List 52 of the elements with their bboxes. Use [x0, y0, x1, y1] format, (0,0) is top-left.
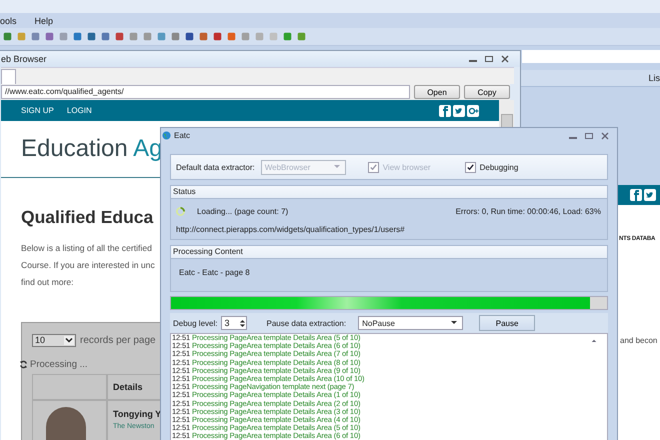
window-title: eb Browser [1, 54, 47, 64]
paragraph-line: Course. If you are interested in unc [21, 259, 155, 272]
toolbar-button[interactable]: Copy [464, 85, 510, 99]
browser-tab[interactable] [1, 69, 16, 84]
scrollbar[interactable] [499, 100, 514, 128]
checkbox-label: View browser [382, 162, 431, 172]
field-label: Debug level: [173, 318, 218, 328]
field-label: Default data extractor: [176, 162, 255, 172]
twitter-icon[interactable] [453, 104, 465, 116]
processing-content: Eatc - Eatc - page 8 [179, 268, 250, 277]
caret-icon [64, 336, 74, 345]
scroll-up-icon[interactable] [591, 338, 597, 343]
checkbox-label: Debugging [480, 162, 518, 172]
pause-button[interactable]: Pause [479, 315, 536, 331]
facebook-icon[interactable] [630, 189, 642, 201]
maximize-icon[interactable] [582, 130, 596, 140]
page-heading: Qualified Educa [21, 207, 154, 228]
current-url: http://connect.pierapps.com/widgets/qualification_types/1/users# [176, 225, 406, 234]
caret-icon [450, 320, 458, 326]
debug-level-spinner[interactable]: 3 [221, 316, 248, 330]
address-field[interactable] [522, 50, 660, 63]
page-size-select[interactable]: 10 [32, 334, 76, 347]
maximize-icon[interactable] [482, 54, 496, 64]
text-fragment: and becon [620, 336, 658, 345]
window-title: Eatc [174, 131, 190, 140]
twitter-icon[interactable] [644, 189, 656, 201]
run-stats: Errors: 0, Run time: 00:00:46, Load: 63% [456, 207, 601, 216]
field-label: Pause data extraction: [266, 318, 346, 328]
processing-text: Processing ... [30, 359, 88, 370]
refresh-icon [19, 360, 28, 369]
section-header: Status [171, 186, 607, 199]
caret-icon [332, 164, 341, 170]
panel-tab-label[interactable]: Lis [648, 73, 660, 83]
loading-status: Loading... (page count: 7) [197, 207, 288, 216]
google-plus-icon[interactable] [467, 104, 479, 116]
toolbar-button[interactable]: Open [414, 85, 460, 99]
paragraph-line: find out more: [21, 276, 74, 289]
loading-icon [176, 207, 185, 216]
menu-item[interactable]: Help [32, 16, 56, 26]
nav-link[interactable]: SIGN UP [21, 106, 54, 115]
checkbox[interactable] [464, 162, 476, 172]
spinner-arrows-icon [239, 318, 246, 328]
url-field[interactable]: //www.eatc.com/qualified_agents/ [1, 85, 410, 99]
facebook-icon[interactable] [439, 104, 451, 116]
paragraph-line: Below is a listing of all the certified [21, 242, 152, 255]
menu-item[interactable]: ools [0, 16, 19, 26]
agent-name: Tongying Y [113, 409, 162, 419]
section-header: Processing Content [171, 246, 607, 259]
pause-select[interactable]: NoPause [358, 316, 464, 330]
nav-link[interactable]: LOGIN [66, 106, 92, 115]
page-size-label: records per page [80, 335, 156, 346]
globe-icon [162, 131, 171, 140]
